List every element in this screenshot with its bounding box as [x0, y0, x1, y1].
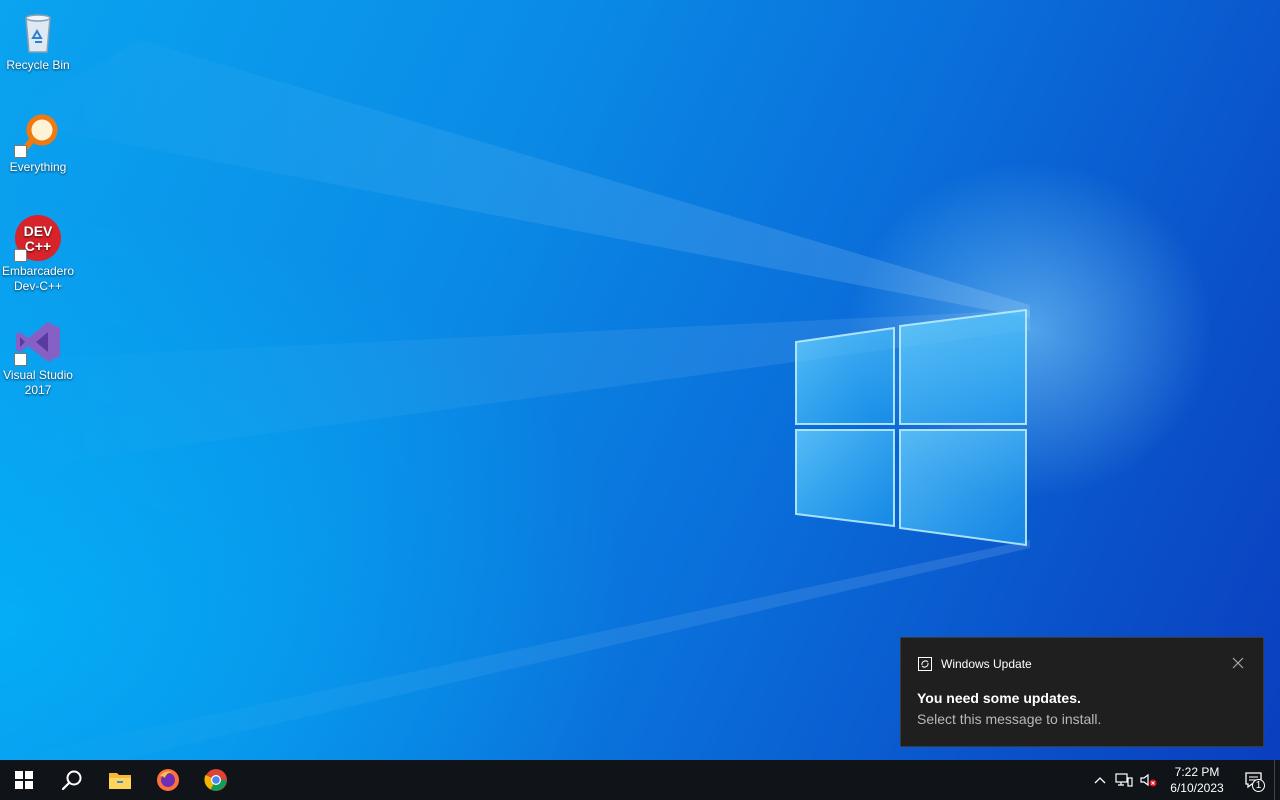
windows-update-icon [918, 657, 932, 671]
desktop-icon-devcpp[interactable]: DEV C++ Embarcadero Dev-C++ [0, 214, 76, 294]
system-tray: 7:22 PM 6/10/2023 1 [1088, 760, 1280, 800]
taskbar-file-explorer[interactable] [96, 760, 144, 800]
svg-text:C++: C++ [25, 238, 51, 254]
start-icon [15, 771, 33, 789]
windows-logo [795, 308, 1027, 547]
volume-button[interactable] [1136, 760, 1160, 800]
desktop-icon-label: Everything [9, 160, 67, 174]
desktop-icon-visual-studio[interactable]: Visual Studio 2017 [0, 318, 76, 398]
volume-muted-icon [1140, 773, 1157, 787]
desktop-icon-recycle-bin[interactable]: Recycle Bin [0, 8, 76, 73]
firefox-icon [157, 769, 179, 791]
shortcut-arrow-icon [14, 249, 27, 262]
everything-search-icon [14, 110, 62, 158]
notification-count-badge: 1 [1252, 779, 1265, 792]
clock[interactable]: 7:22 PM 6/10/2023 [1164, 764, 1230, 796]
taskbar-chrome[interactable] [192, 760, 240, 800]
notification-body: Select this message to install. [917, 711, 1102, 727]
notification-app-name: Windows Update [941, 657, 1032, 671]
svg-text:DEV: DEV [24, 223, 53, 239]
search-icon [61, 770, 82, 791]
desktop-icon-label: Visual Studio 2017 [3, 368, 73, 397]
network-button[interactable] [1112, 760, 1136, 800]
network-icon [1115, 773, 1133, 787]
shortcut-arrow-icon [14, 145, 27, 158]
clock-time: 7:22 PM [1174, 765, 1220, 779]
start-button[interactable] [0, 760, 48, 800]
action-center-button[interactable]: 1 [1234, 760, 1274, 800]
clock-date: 6/10/2023 [1170, 781, 1224, 795]
visual-studio-icon [14, 318, 62, 366]
chevron-up-icon [1094, 777, 1106, 784]
notification-title: You need some updates. [917, 690, 1081, 706]
taskbar-firefox[interactable] [144, 760, 192, 800]
desktop: Recycle Bin Everything DEV C++ Embarcade… [0, 0, 1280, 760]
taskbar: 7:22 PM 6/10/2023 1 [0, 760, 1280, 800]
desktop-icon-everything[interactable]: Everything [0, 110, 76, 175]
search-button[interactable] [48, 760, 96, 800]
devcpp-icon: DEV C++ [14, 214, 62, 262]
show-hidden-icons-button[interactable] [1088, 760, 1112, 800]
recycle-bin-icon [14, 8, 62, 56]
close-icon[interactable] [1231, 656, 1245, 670]
shortcut-arrow-icon [14, 353, 27, 366]
windows-update-notification[interactable]: Windows Update You need some updates. Se… [900, 637, 1264, 747]
chrome-icon [204, 769, 227, 791]
desktop-icon-label: Embarcadero Dev-C++ [1, 264, 75, 293]
file-explorer-icon [109, 773, 131, 789]
notification-header: Windows Update [917, 656, 1032, 672]
desktop-icon-label: Recycle Bin [6, 58, 70, 72]
show-desktop-button[interactable] [1274, 760, 1280, 800]
